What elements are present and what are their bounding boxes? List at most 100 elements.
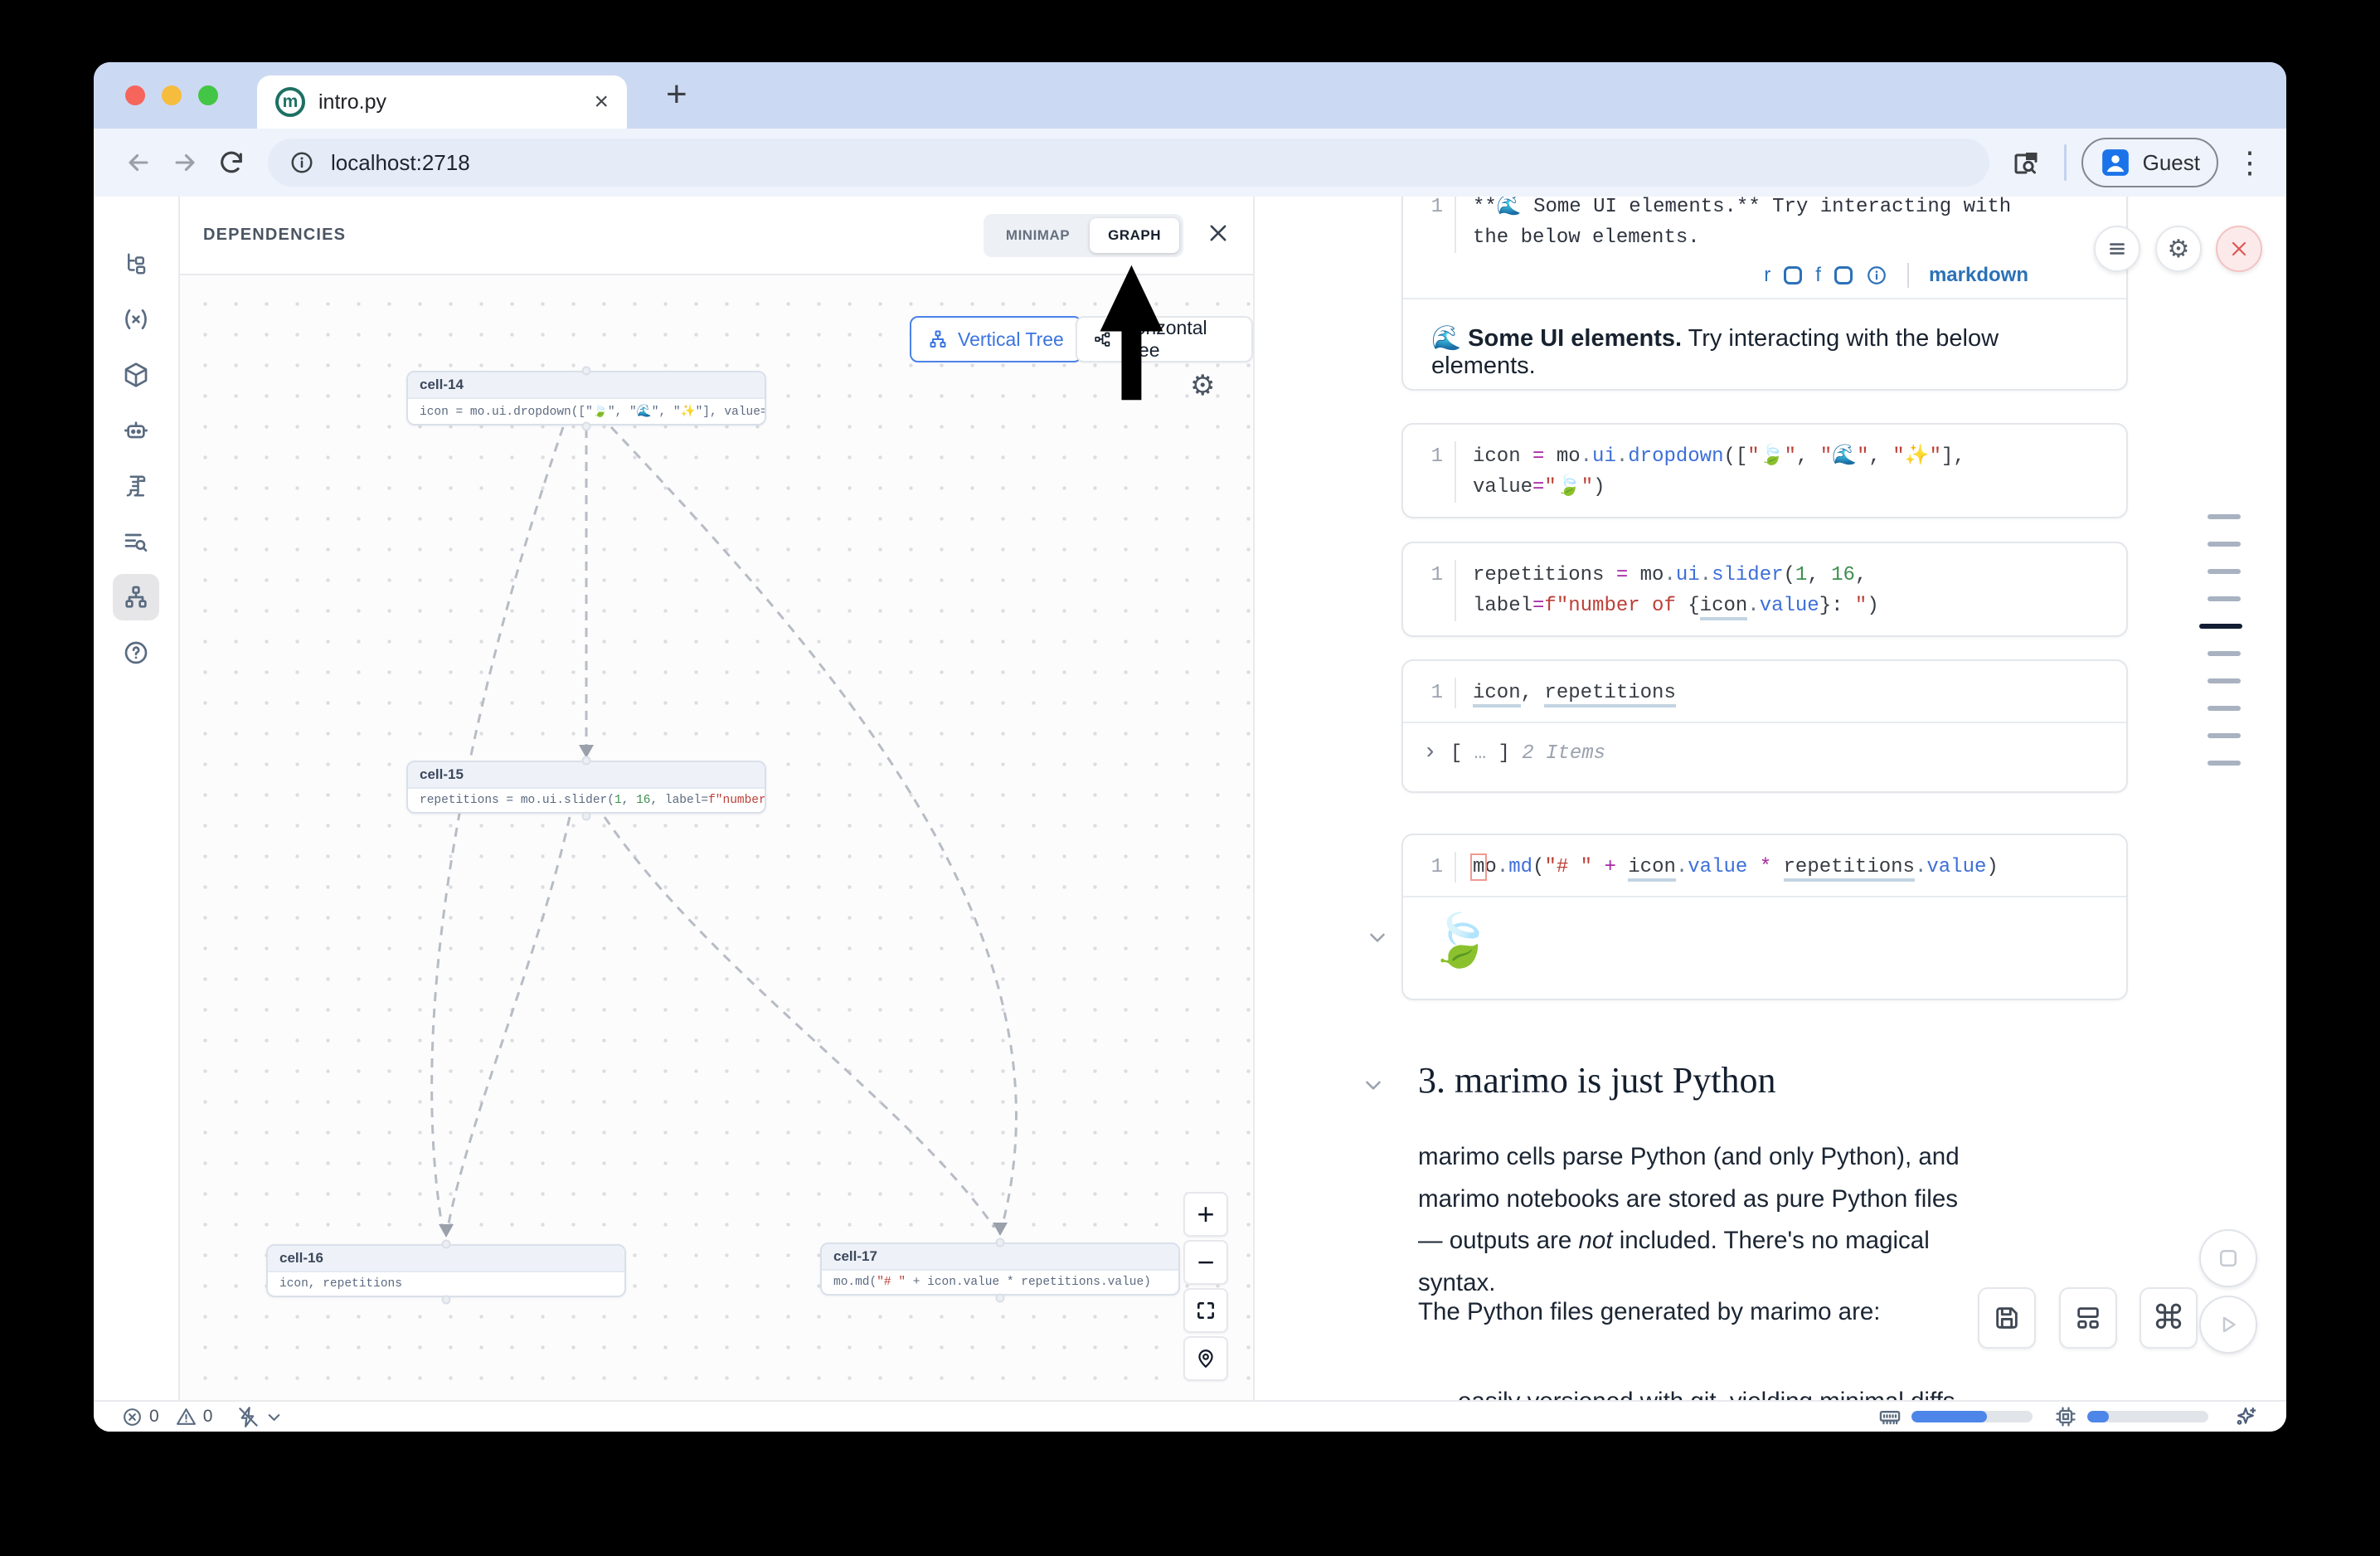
list-search-icon <box>123 528 149 555</box>
save-button[interactable] <box>1978 1287 2036 1349</box>
code-content[interactable]: mo.md("# " + icon.value * repetitions.va… <box>1456 852 2015 883</box>
graph-node-cell-16[interactable]: cell-16 icon, repetitions <box>266 1244 626 1297</box>
minimap-cell-marker[interactable] <box>2208 514 2241 519</box>
cell-editor[interactable]: 1 repetitions = mo.ui.slider(1, 16,label… <box>1403 543 2126 621</box>
r-toggle-label: r <box>1764 264 1770 287</box>
minimap-cell-marker[interactable] <box>2208 678 2241 683</box>
line-number: 1 <box>1403 441 1443 472</box>
vertical-tree-icon <box>928 329 948 349</box>
cell-editor[interactable]: 1 icon = mo.ui.dropdown(["🍃", "🌊", "✨"],… <box>1403 425 2126 503</box>
sidebar-item-ai-assistant[interactable] <box>113 407 159 454</box>
collapse-chevron-icon[interactable] <box>1365 925 1390 954</box>
section-paragraph: marimo cells parse Python (and only Pyth… <box>1418 1136 1974 1304</box>
profile-button[interactable]: Guest <box>2081 138 2218 187</box>
notebook-cell-momd[interactable]: 1 mo.md("# " + icon.value * repetitions.… <box>1401 834 2128 1000</box>
minimap-cell-marker[interactable] <box>2208 733 2241 738</box>
forward-button[interactable] <box>162 139 208 186</box>
graph-node-cell-15[interactable]: cell-15 repetitions = mo.ui.slider(1, 16… <box>406 761 766 814</box>
minimap-cell-marker[interactable] <box>2208 542 2241 547</box>
search-tabs-button[interactable] <box>2003 139 2049 186</box>
sidebar-item-documentation[interactable] <box>113 518 159 565</box>
close-window-button[interactable] <box>125 85 145 105</box>
vertical-tree-button[interactable]: Vertical Tree <box>910 316 1082 362</box>
minimap-cell-marker[interactable] <box>2208 569 2241 574</box>
r-checkbox[interactable] <box>1784 266 1802 284</box>
code-content[interactable]: repetitions = mo.ui.slider(1, 16,label=f… <box>1456 560 1896 621</box>
cell-editor[interactable]: 1 **🌊 Some UI elements.** Try interactin… <box>1403 197 2126 253</box>
code-content[interactable]: icon, repetitions <box>1456 678 1693 708</box>
minimap-cell-marker[interactable] <box>2208 596 2241 601</box>
graph-node-cell-17[interactable]: cell-17 mo.md("# " + icon.value * repeti… <box>820 1242 1180 1296</box>
macos-traffic-lights <box>125 85 218 105</box>
sidebar-item-logs[interactable] <box>113 463 159 509</box>
ram-icon[interactable] <box>1878 1405 1902 1428</box>
notebook-cell-tuple[interactable]: 1 icon, repetitions › [ … ] 2 Items <box>1401 659 2128 793</box>
code-content[interactable]: **🌊 Some UI elements.** Try interacting … <box>1456 197 2028 253</box>
horizontal-tree-icon <box>1094 329 1111 349</box>
browser-tab[interactable]: m intro.py × <box>257 75 627 129</box>
minimap-cell-marker-active[interactable] <box>2199 624 2242 629</box>
maximize-window-button[interactable] <box>198 85 218 105</box>
notebook-cell-markdown[interactable]: 1 **🌊 Some UI elements.** Try interactin… <box>1401 197 2128 391</box>
robot-icon <box>123 417 149 444</box>
sidebar-item-help[interactable] <box>113 630 159 676</box>
cell-settings-button[interactable]: ⚙ <box>2155 226 2202 272</box>
sidebar-item-dependencies[interactable] <box>113 574 159 620</box>
warnings-icon[interactable] <box>176 1407 197 1427</box>
language-badge[interactable]: markdown <box>1929 264 2028 287</box>
minimap-cell-marker[interactable] <box>2208 651 2241 656</box>
toggle-graph[interactable]: GRAPH <box>1090 218 1179 253</box>
errors-icon[interactable] <box>122 1407 143 1427</box>
info-icon[interactable] <box>1866 265 1887 286</box>
command-palette-button[interactable]: ⌘ <box>2140 1287 2198 1349</box>
sidebar-item-packages[interactable] <box>113 352 159 398</box>
graph-settings-button[interactable]: ⚙ <box>1190 372 1215 400</box>
reload-button[interactable] <box>208 139 255 186</box>
stop-button[interactable] <box>2199 1229 2257 1287</box>
zoom-out-button[interactable]: − <box>1183 1240 1228 1285</box>
site-info-icon[interactable] <box>289 150 314 175</box>
fit-view-button[interactable] <box>1183 1288 1228 1333</box>
toggle-minimap[interactable]: MINIMAP <box>988 218 1088 253</box>
autorun-disabled-icon[interactable] <box>237 1406 260 1428</box>
minimize-window-button[interactable] <box>162 85 182 105</box>
zoom-in-button[interactable]: + <box>1183 1192 1228 1237</box>
status-bar: 0 0 <box>94 1400 2286 1432</box>
sidebar-item-variables[interactable] <box>113 296 159 343</box>
cell-menu-button[interactable] <box>2094 226 2140 272</box>
notebook-cell-dropdown[interactable]: 1 icon = mo.ui.dropdown(["🍃", "🌊", "✨"],… <box>1401 423 2128 518</box>
cell-editor[interactable]: 1 icon, repetitions <box>1403 661 2126 722</box>
close-panel-button[interactable] <box>1207 221 1230 249</box>
sidebar-item-file-explorer[interactable] <box>113 241 159 287</box>
fit-view-icon <box>1195 1300 1217 1321</box>
error-count: 0 <box>149 1407 159 1427</box>
section-collapse-chevron-icon[interactable] <box>1361 1072 1386 1101</box>
minimap-cell-marker[interactable] <box>2208 706 2241 711</box>
panel-title: DEPENDENCIES <box>203 226 346 245</box>
layout-toggle-button[interactable] <box>2059 1287 2117 1349</box>
cell-close-button[interactable] <box>2216 226 2262 272</box>
code-content[interactable]: icon = mo.ui.dropdown(["🍃", "🌊", "✨"],va… <box>1456 441 1982 503</box>
horizontal-tree-button[interactable]: Horizontal Tree <box>1076 316 1253 362</box>
guest-label: Guest <box>2143 150 2200 176</box>
minimap-cell-marker[interactable] <box>2208 761 2241 766</box>
browser-menu-button[interactable]: ⋮ <box>2235 148 2265 177</box>
forward-arrow-icon <box>171 148 199 177</box>
graph-canvas[interactable]: Vertical Tree Horizontal Tree ⚙ cell-14 … <box>180 275 1253 1400</box>
locate-button[interactable] <box>1183 1336 1228 1381</box>
cell-editor[interactable]: 1 mo.md("# " + icon.value * repetitions.… <box>1403 835 2126 896</box>
node-title: cell-14 <box>408 372 765 399</box>
notebook-cell-slider[interactable]: 1 repetitions = mo.ui.slider(1, 16,label… <box>1401 542 2128 637</box>
expand-caret-icon[interactable]: › <box>1423 740 1437 766</box>
tab-close-icon[interactable]: × <box>594 90 609 114</box>
url-bar[interactable]: localhost:2718 <box>268 139 1989 187</box>
chevron-down-icon[interactable] <box>265 1408 284 1427</box>
file-tree-icon <box>124 251 148 276</box>
back-button[interactable] <box>115 139 162 186</box>
new-tab-button[interactable]: + <box>666 74 687 115</box>
f-checkbox[interactable] <box>1834 266 1853 284</box>
run-button[interactable] <box>2199 1296 2257 1354</box>
graph-node-cell-14[interactable]: cell-14 icon = mo.ui.dropdown(["🍃", "🌊",… <box>406 371 766 425</box>
cpu-icon[interactable] <box>2054 1405 2077 1428</box>
ai-sparkle-icon[interactable] <box>2233 1404 2258 1429</box>
